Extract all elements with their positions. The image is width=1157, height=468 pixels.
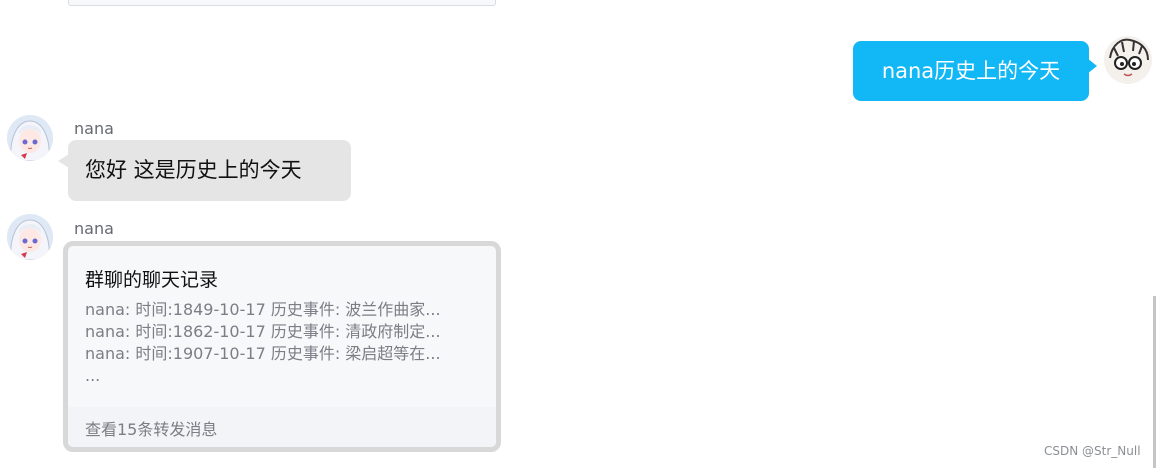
sender-name: nana xyxy=(74,119,114,138)
forward-preview-line: nana: 时间:1907-10-17 历史事件: 梁启超等在... xyxy=(85,344,441,363)
forward-card-title: 群聊的聊天记录 xyxy=(85,269,219,291)
bot-avatar[interactable] xyxy=(7,214,53,260)
forwarded-chat-card[interactable]: 群聊的聊天记录 nana: 时间:1849-10-17 历史事件: 波兰作曲家.… xyxy=(63,241,501,452)
outgoing-message-text: nana历史上的今天 xyxy=(881,59,1061,83)
sender-name: nana xyxy=(74,219,114,238)
outgoing-message-bubble[interactable]: nana历史上的今天 xyxy=(853,41,1089,101)
chat-window: nana历史上的今天 nana 您好 这是历史上的今天 nana 群聊的聊天记录… xyxy=(0,0,1157,468)
forward-card-preview: nana: 时间:1849-10-17 历史事件: 波兰作曲家... nana:… xyxy=(85,299,485,387)
forward-card-footer[interactable]: 查看15条转发消息 xyxy=(68,407,496,447)
watermark: CSDN @Str_Null xyxy=(1044,444,1141,458)
forward-preview-line: nana: 时间:1849-10-17 历史事件: 波兰作曲家... xyxy=(85,300,441,319)
incoming-message-text: 您好 这是历史上的今天 xyxy=(85,158,302,182)
forward-preview-line: nana: 时间:1862-10-17 历史事件: 清政府制定... xyxy=(85,322,441,341)
self-avatar[interactable] xyxy=(1104,36,1152,84)
view-forwarded-messages-link[interactable]: 查看15条转发消息 xyxy=(85,416,217,440)
bot-avatar[interactable] xyxy=(7,115,53,161)
vertical-scrollbar[interactable] xyxy=(1153,296,1156,468)
cartoon-face-icon xyxy=(1104,36,1152,84)
outgoing-bubble-tail xyxy=(1087,58,1097,74)
anime-girl-icon xyxy=(7,115,53,161)
previous-card-fragment xyxy=(68,0,496,6)
incoming-message-bubble[interactable]: 您好 这是历史上的今天 xyxy=(68,140,351,201)
anime-girl-icon xyxy=(7,214,53,260)
forward-preview-line: ... xyxy=(85,366,101,385)
